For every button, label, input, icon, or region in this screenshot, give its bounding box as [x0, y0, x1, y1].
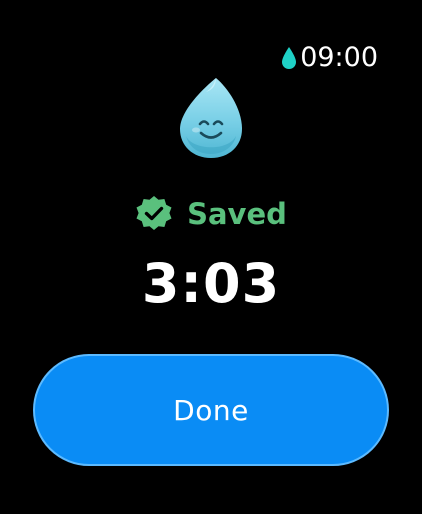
done-button[interactable]: Done: [33, 354, 389, 466]
status-bar: 09:00: [281, 40, 378, 74]
clock-time: 09:00: [300, 41, 378, 73]
done-button-label: Done: [173, 393, 249, 427]
check-badge-icon: [136, 196, 172, 230]
water-drop-icon: [282, 46, 297, 69]
smiling-water-drop-icon: [180, 78, 242, 158]
elapsed-time: 3:03: [141, 252, 281, 315]
saved-status: Saved: [0, 195, 422, 233]
saved-label: Saved: [187, 197, 287, 231]
